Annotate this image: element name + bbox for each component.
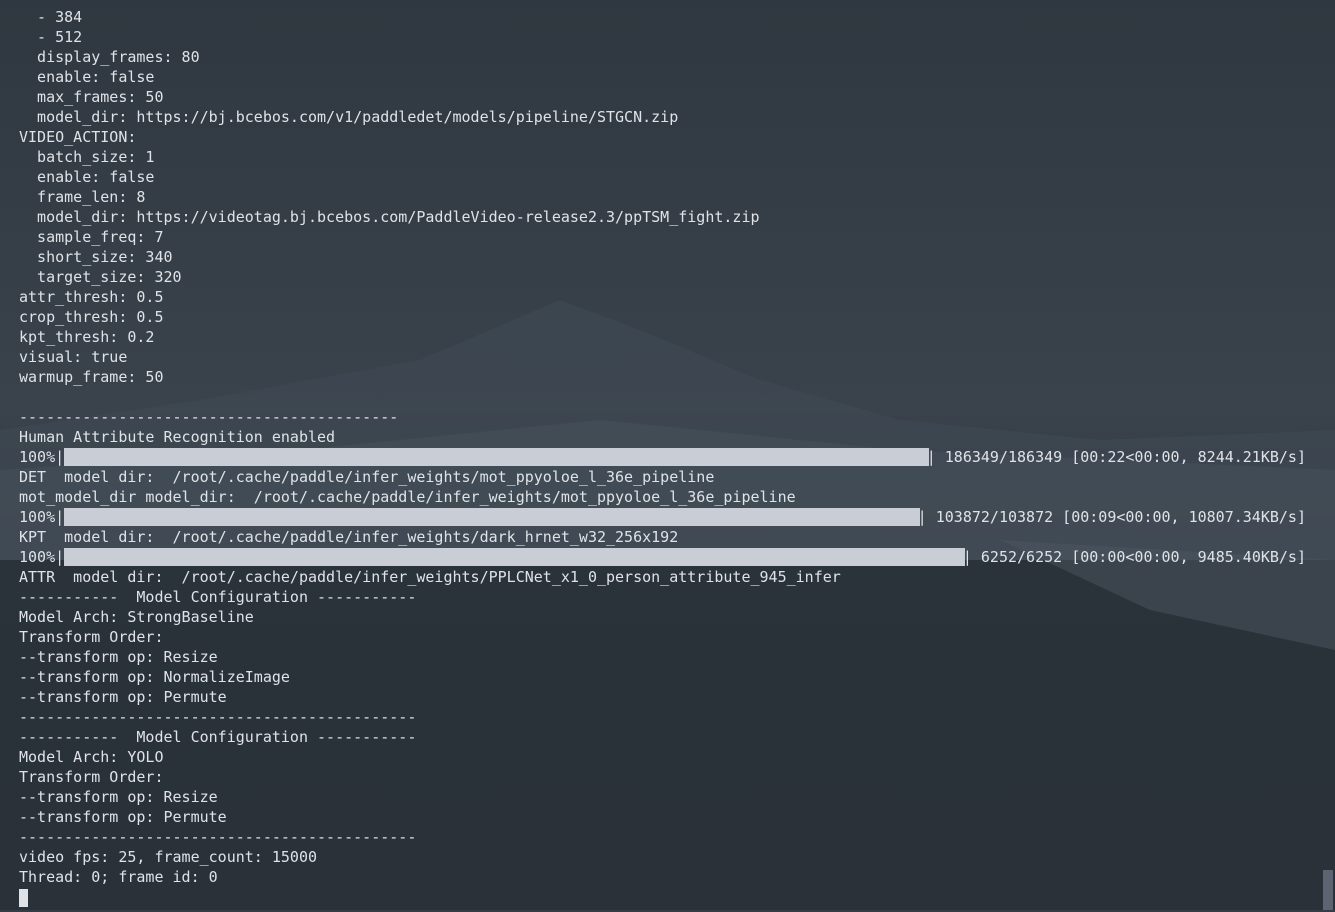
progress-bar-mot: [64, 508, 921, 526]
terminal-line: model_dir: https://bj.bcebos.com/v1/padd…: [19, 108, 679, 126]
terminal-line: ----------- Model Configuration --------…: [19, 728, 417, 746]
terminal-line: Model Arch: StrongBaseline: [19, 608, 254, 626]
terminal-line: Human Attribute Recognition enabled: [19, 428, 336, 446]
terminal-line: short_size: 340: [19, 248, 173, 266]
terminal-line: ATTR model dir: /root/.cache/paddle/infe…: [19, 568, 841, 586]
terminal-line: Transform Order:: [19, 768, 164, 786]
terminal-line: visual: true: [19, 348, 128, 366]
terminal-scrollbar[interactable]: [1321, 0, 1335, 910]
terminal-line: model_dir: https://videotag.bj.bcebos.co…: [19, 208, 760, 226]
terminal-line: ----------- Model Configuration --------…: [19, 588, 417, 606]
terminal-cursor: [19, 889, 28, 907]
progress-bar-kpt: [64, 548, 966, 566]
terminal-line: attr_thresh: 0.5: [19, 288, 164, 306]
terminal-line: max_frames: 50: [19, 88, 164, 106]
progress-label: 100%|: [19, 548, 65, 566]
terminal-line: --transform op: Resize: [19, 788, 218, 806]
terminal-line: - 384: [19, 8, 83, 26]
terminal-line: --transform op: Permute: [19, 688, 227, 706]
progress-stats: | 186349/186349 [00:22<00:00, 8244.21KB/…: [926, 448, 1306, 466]
terminal-line: video fps: 25, frame_count: 15000: [19, 848, 318, 866]
progress-label: 100%|: [19, 448, 65, 466]
terminal-line: warmup_frame: 50: [19, 368, 164, 386]
terminal-line: ----------------------------------------…: [19, 408, 399, 426]
runtime-output-block: ATTR model dir: /root/.cache/paddle/infe…: [19, 567, 1335, 887]
terminal-line: frame_len: 8: [19, 188, 146, 206]
terminal-line: ----------------------------------------…: [19, 708, 417, 726]
progress-label: 100%|: [19, 508, 65, 526]
terminal-line: ----------------------------------------…: [19, 828, 417, 846]
progress-line-mot: 100%| | 103872/103872 [00:09<00:00, 1080…: [19, 507, 1335, 527]
prompt-line[interactable]: [19, 887, 1335, 907]
progress-line-det: 100%| | 186349/186349 [00:22<00:00, 8244…: [19, 447, 1335, 467]
terminal-line: display_frames: 80: [19, 48, 200, 66]
kpt-model-dir-line: KPT model dir: /root/.cache/paddle/infer…: [19, 528, 679, 546]
terminal-line: crop_thresh: 0.5: [19, 308, 164, 326]
terminal-line: --transform op: NormalizeImage: [19, 668, 290, 686]
progress-stats: | 6252/6252 [00:00<00:00, 9485.40KB/s]: [962, 548, 1306, 566]
terminal-line: - 512: [19, 28, 83, 46]
mot-model-dir-line: mot_model_dir model_dir: /root/.cache/pa…: [19, 488, 796, 506]
terminal-line: target_size: 320: [19, 268, 182, 286]
terminal-line: Thread: 0; frame id: 0: [19, 868, 218, 886]
progress-line-kpt: 100%| | 6252/6252 [00:00<00:00, 9485.40K…: [19, 547, 1335, 567]
scrollbar-thumb[interactable]: [1323, 870, 1333, 910]
terminal-line: VIDEO_ACTION:: [19, 128, 137, 146]
terminal-output[interactable]: - 384 - 512 display_frames: 80 enable: f…: [19, 7, 1335, 907]
config-output-block: - 384 - 512 display_frames: 80 enable: f…: [19, 7, 1335, 447]
terminal-line: Transform Order:: [19, 628, 164, 646]
terminal-line: enable: false: [19, 168, 155, 186]
terminal-line: --transform op: Resize: [19, 648, 218, 666]
progress-bar-det: [64, 448, 930, 466]
terminal-line: kpt_thresh: 0.2: [19, 328, 155, 346]
progress-stats: | 103872/103872 [00:09<00:00, 10807.34KB…: [917, 508, 1306, 526]
terminal-line: enable: false: [19, 68, 155, 86]
terminal-line: --transform op: Permute: [19, 808, 227, 826]
terminal-line: Model Arch: YOLO: [19, 748, 164, 766]
det-model-dir-line: DET model dir: /root/.cache/paddle/infer…: [19, 468, 715, 486]
terminal-line: batch_size: 1: [19, 148, 155, 166]
terminal-line: sample_freq: 7: [19, 228, 164, 246]
